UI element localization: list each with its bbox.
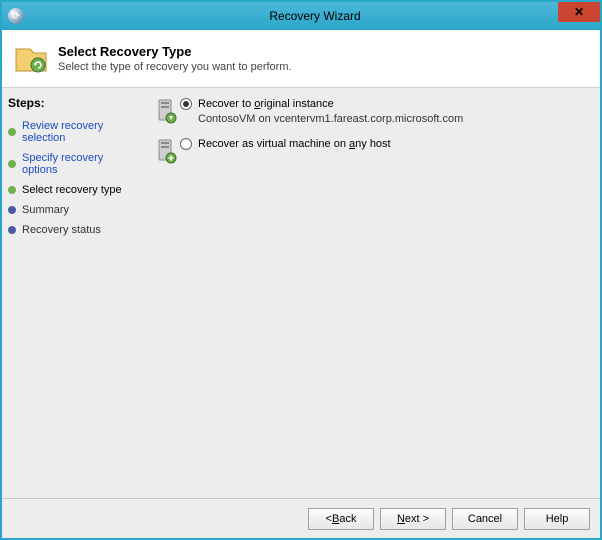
step-review-recovery-selection[interactable]: Review recovery selection [8,116,136,148]
page-subtitle: Select the type of recovery you want to … [58,61,292,73]
window-controls: ✕ [558,2,600,22]
window-title: Recovery Wizard [30,9,600,23]
content-pane: Recover to original instance ContosoVM o… [142,88,600,498]
step-bullet-icon [8,128,16,136]
steps-sidebar: Steps: Review recovery selection Specify… [2,88,142,498]
close-button[interactable]: ✕ [558,2,600,22]
server-original-icon [150,98,180,126]
app-icon: ⟳ [8,8,24,24]
step-label: Recovery status [22,224,101,236]
step-label: Specify recovery options [22,152,136,176]
wizard-header: Select Recovery Type Select the type of … [2,30,600,88]
step-bullet-icon [8,206,16,214]
step-summary[interactable]: Summary [8,200,136,220]
radio-icon [180,98,192,110]
server-anyhost-icon [150,138,180,166]
step-bullet-icon [8,226,16,234]
title-bar: ⟳ Recovery Wizard ✕ [2,2,600,30]
wizard-window: ⟳ Recovery Wizard ✕ Select Recovery Type… [0,0,602,540]
page-title: Select Recovery Type [58,44,292,59]
radio-recover-original[interactable]: Recover to original instance [180,98,592,110]
recovery-icon [12,41,48,77]
step-bullet-icon [8,160,16,168]
step-label: Review recovery selection [22,120,136,144]
option-recover-original: Recover to original instance ContosoVM o… [150,98,592,126]
cancel-button[interactable]: Cancel [452,508,518,530]
step-label: Select recovery type [22,184,122,196]
wizard-body: Steps: Review recovery selection Specify… [2,88,600,498]
radio-recover-any-host[interactable]: Recover as virtual machine on any host [180,138,592,150]
option-recover-any-host: Recover as virtual machine on any host [150,138,592,166]
step-select-recovery-type[interactable]: Select recovery type [8,180,136,200]
wizard-footer: < Back Next > Cancel Help [2,498,600,538]
radio-label: Recover to original instance [198,98,334,110]
steps-heading: Steps: [8,96,136,110]
back-button[interactable]: < Back [308,508,374,530]
step-recovery-status[interactable]: Recovery status [8,220,136,240]
help-button[interactable]: Help [524,508,590,530]
option-original-detail: ContosoVM on vcentervm1.fareast.corp.mic… [198,113,592,125]
radio-label: Recover as virtual machine on any host [198,138,391,150]
step-label: Summary [22,204,69,216]
radio-icon [180,138,192,150]
header-text: Select Recovery Type Select the type of … [58,44,292,73]
step-specify-recovery-options[interactable]: Specify recovery options [8,148,136,180]
next-button[interactable]: Next > [380,508,446,530]
step-bullet-icon [8,186,16,194]
